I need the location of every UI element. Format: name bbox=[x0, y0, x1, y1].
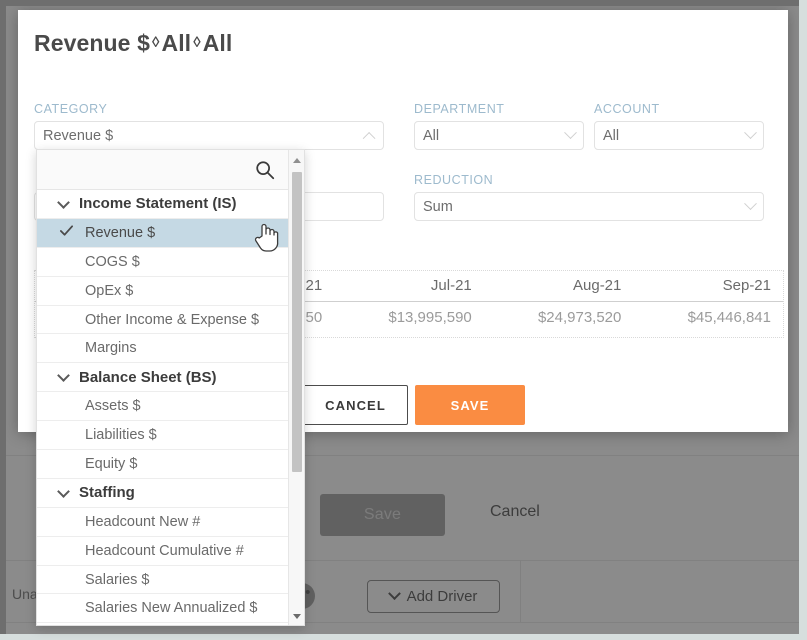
category-label: CATEGORY bbox=[34, 102, 107, 116]
title-separator-icon: ◊ bbox=[150, 34, 162, 51]
dropdown-item-opex[interactable]: OpEx $ bbox=[37, 277, 304, 306]
window-frame-top bbox=[0, 0, 807, 6]
chevron-down-icon bbox=[57, 196, 70, 209]
dropdown-item-revenue[interactable]: Revenue $ bbox=[37, 219, 304, 248]
dropdown-item-headcount-new[interactable]: Headcount New # bbox=[37, 508, 304, 537]
department-select[interactable]: All bbox=[414, 121, 584, 150]
table-cell: $13,995,590 bbox=[334, 302, 484, 333]
category-select[interactable]: Revenue $ bbox=[34, 121, 384, 150]
dropdown-item-label: Other Income & Expense $ bbox=[85, 312, 259, 328]
chevron-down-icon bbox=[744, 126, 757, 139]
dropdown-item-other-income-expense[interactable]: Other Income & Expense $ bbox=[37, 306, 304, 335]
dropdown-item-label: Balance Sheet (BS) bbox=[79, 369, 217, 386]
chevron-down-icon bbox=[57, 485, 70, 498]
dropdown-item-equity[interactable]: Equity $ bbox=[37, 450, 304, 479]
scroll-up-arrow-icon[interactable] bbox=[293, 158, 301, 163]
app-screenshot: Save Cancel Una ••• Add Driver Revenue $… bbox=[0, 0, 807, 640]
dropdown-item-salaries-new-annualized[interactable]: Salaries New Annualized $ bbox=[37, 594, 304, 623]
dropdown-item-label: Assets $ bbox=[85, 398, 141, 414]
dropdown-group-staffing[interactable]: Staffing bbox=[37, 479, 304, 508]
department-value: All bbox=[423, 128, 566, 144]
dropdown-search-row bbox=[37, 150, 304, 190]
account-select[interactable]: All bbox=[594, 121, 764, 150]
chevron-down-icon bbox=[57, 369, 70, 382]
table-column-header: Aug-21 bbox=[484, 271, 634, 302]
dropdown-item-label: Headcount New # bbox=[85, 514, 200, 530]
dropdown-item-liabilities[interactable]: Liabilities $ bbox=[37, 421, 304, 450]
scrollbar-thumb[interactable] bbox=[292, 172, 302, 472]
dropdown-item-label: Margins bbox=[85, 340, 137, 356]
dropdown-item-label: OpEx $ bbox=[85, 283, 133, 299]
dropdown-item-label: Equity $ bbox=[85, 456, 137, 472]
dropdown-item-label: Income Statement (IS) bbox=[79, 195, 237, 212]
window-frame-right bbox=[799, 0, 807, 640]
dropdown-item-salaries[interactable]: Salaries $ bbox=[37, 566, 304, 595]
dropdown-item-label: Salaries $ bbox=[85, 572, 149, 588]
table-column-header: Jul-21 bbox=[334, 271, 484, 302]
department-label: DEPARTMENT bbox=[414, 102, 504, 116]
dropdown-scrollbar[interactable] bbox=[288, 150, 304, 626]
dropdown-group-income-statement[interactable]: Income Statement (IS) bbox=[37, 190, 304, 219]
chevron-down-icon bbox=[744, 197, 757, 210]
title-part-account: All bbox=[203, 30, 233, 56]
account-value: All bbox=[603, 128, 746, 144]
reduction-label: REDUCTION bbox=[414, 173, 493, 187]
scroll-down-arrow-icon[interactable] bbox=[293, 614, 301, 619]
category-dropdown-panel: Income Statement (IS) Revenue $ COGS $ O… bbox=[36, 149, 305, 626]
dropdown-item-label: Liabilities $ bbox=[85, 427, 157, 443]
reduction-value: Sum bbox=[423, 199, 746, 215]
dropdown-item-label: Headcount Cumulative # bbox=[85, 543, 244, 559]
dropdown-item-cogs[interactable]: COGS $ bbox=[37, 248, 304, 277]
check-icon bbox=[59, 223, 74, 238]
page-title: Revenue $◊All◊All bbox=[34, 30, 232, 57]
dropdown-item-label: Revenue $ bbox=[85, 225, 155, 241]
dropdown-item-assets[interactable]: Assets $ bbox=[37, 392, 304, 421]
cancel-button[interactable]: CANCEL bbox=[303, 385, 408, 425]
table-cell: $45,446,841 bbox=[633, 302, 783, 333]
title-part-category: Revenue $ bbox=[34, 30, 150, 56]
chevron-down-icon bbox=[564, 126, 577, 139]
category-value: Revenue $ bbox=[43, 128, 366, 144]
dropdown-group-balance-sheet[interactable]: Balance Sheet (BS) bbox=[37, 363, 304, 392]
table-cell: $24,973,520 bbox=[484, 302, 634, 333]
title-part-department: All bbox=[161, 30, 191, 56]
account-label: ACCOUNT bbox=[594, 102, 660, 116]
title-separator-icon: ◊ bbox=[191, 34, 203, 51]
dropdown-item-margins[interactable]: Margins bbox=[37, 334, 304, 363]
save-button[interactable]: SAVE bbox=[415, 385, 525, 425]
window-frame-left bbox=[0, 0, 6, 640]
reduction-select[interactable]: Sum bbox=[414, 192, 764, 221]
dropdown-item-label: Staffing bbox=[79, 484, 135, 501]
search-input[interactable] bbox=[37, 150, 304, 189]
dropdown-item-label: Salaries New Annualized $ bbox=[85, 600, 258, 616]
table-column-header: Sep-21 bbox=[633, 271, 783, 302]
window-frame-bottom bbox=[0, 634, 807, 640]
dropdown-item-headcount-cumulative[interactable]: Headcount Cumulative # bbox=[37, 537, 304, 566]
dropdown-item-list[interactable]: Income Statement (IS) Revenue $ COGS $ O… bbox=[37, 190, 304, 626]
dropdown-item-label: COGS $ bbox=[85, 254, 140, 270]
